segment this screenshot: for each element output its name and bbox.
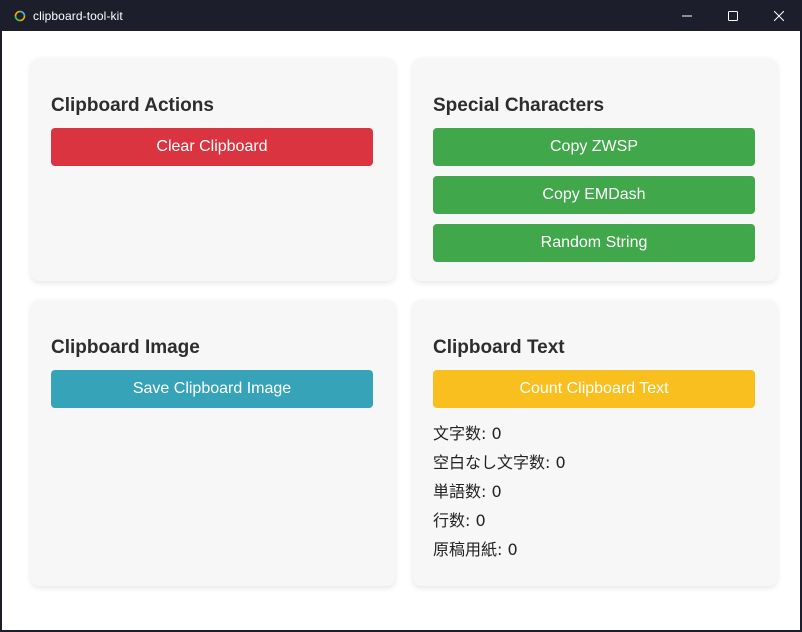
minimize-button[interactable] [664, 0, 710, 31]
stat-label: 文字数 [433, 424, 482, 443]
copy-emdash-button[interactable]: Copy EMDash [433, 176, 755, 214]
stat-label: 単語数 [433, 482, 482, 501]
clipboard-text-heading: Clipboard Text [433, 337, 565, 358]
title-bar: clipboard-tool-kit [0, 0, 802, 31]
app-logo-icon [14, 10, 26, 22]
stat-value: 0 [491, 482, 502, 501]
random-string-button[interactable]: Random String [433, 224, 755, 262]
stat-char-count-no-spaces: 空白なし文字数: 0 [433, 453, 566, 472]
stat-label: 空白なし文字数 [433, 453, 546, 472]
maximize-icon [728, 10, 738, 21]
stat-value: 0 [491, 424, 502, 443]
minimize-icon [682, 15, 692, 16]
stat-manuscript-pages: 原稿用紙: 0 [433, 540, 518, 559]
stat-value: 0 [507, 540, 518, 559]
stat-word-count: 単語数: 0 [433, 482, 502, 501]
window-controls [664, 0, 802, 31]
stat-value: 0 [475, 511, 486, 530]
clear-clipboard-button[interactable]: Clear Clipboard [51, 128, 373, 166]
count-clipboard-text-button[interactable]: Count Clipboard Text [433, 370, 755, 408]
clipboard-actions-heading: Clipboard Actions [51, 95, 214, 116]
stat-char-count: 文字数: 0 [433, 424, 502, 443]
copy-zwsp-button[interactable]: Copy ZWSP [433, 128, 755, 166]
special-characters-card: Special Characters Copy ZWSP Copy EMDash… [413, 58, 777, 281]
save-clipboard-image-button[interactable]: Save Clipboard Image [51, 370, 373, 408]
clipboard-image-heading: Clipboard Image [51, 337, 200, 358]
special-characters-heading: Special Characters [433, 95, 605, 116]
stat-label: 行数 [433, 511, 466, 530]
close-icon [774, 10, 784, 21]
main-content: Clipboard Actions Clear Clipboard Specia… [2, 31, 800, 630]
clipboard-actions-card: Clipboard Actions Clear Clipboard [31, 58, 395, 281]
text-stats-list: 文字数: 0 空白なし文字数: 0 単語数: 0 行数: 0 原稿用紙: 0 [433, 424, 757, 569]
clipboard-image-card: Clipboard Image Save Clipboard Image [31, 300, 395, 586]
close-button[interactable] [756, 0, 802, 31]
maximize-button[interactable] [710, 0, 756, 31]
clipboard-text-card: Clipboard Text Count Clipboard Text 文字数:… [413, 300, 777, 586]
stat-value: 0 [555, 453, 566, 472]
window-title: clipboard-tool-kit [33, 8, 123, 23]
stat-line-count: 行数: 0 [433, 511, 486, 530]
stat-label: 原稿用紙 [433, 540, 498, 559]
